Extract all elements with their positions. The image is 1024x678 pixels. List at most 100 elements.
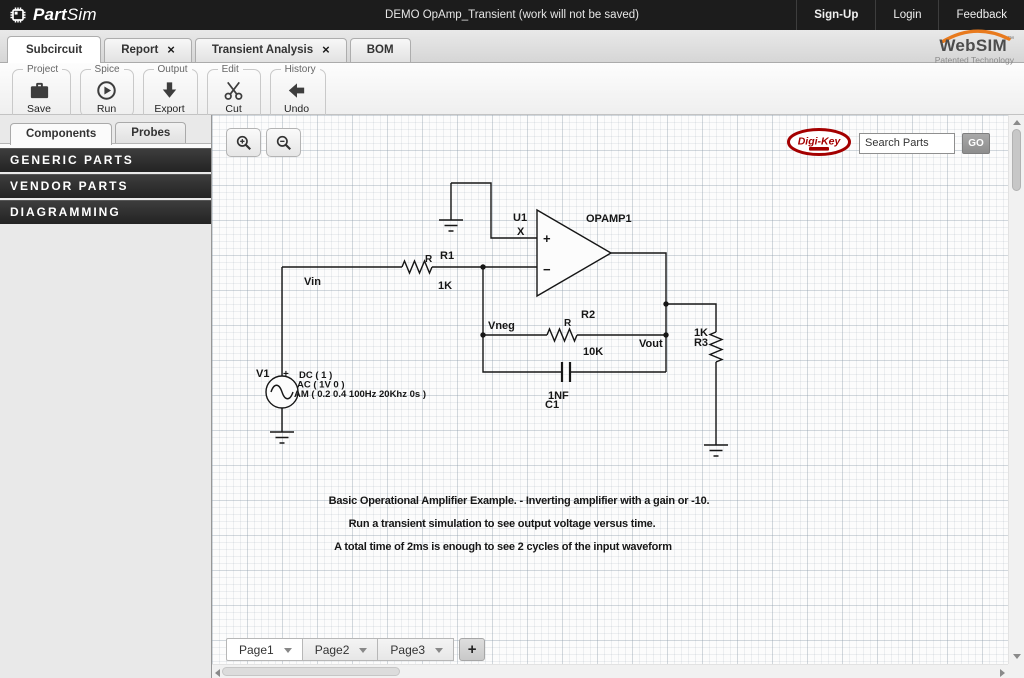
horizontal-scrollbar[interactable] xyxy=(212,664,1008,678)
sidebar: Components Probes GENERIC PARTS VENDOR P… xyxy=(0,115,212,678)
resistor-r3[interactable] xyxy=(708,331,724,363)
save-button[interactable]: Save xyxy=(18,75,60,115)
websim-logo: WebSIM™ Patented Technology xyxy=(934,29,1014,65)
chevron-down-icon[interactable] xyxy=(359,648,368,653)
run-button[interactable]: Run xyxy=(86,75,128,115)
ground-r3[interactable] xyxy=(704,444,728,457)
button-label: Cut xyxy=(225,103,242,115)
sidebar-section-diagramming[interactable]: DIAGRAMMING xyxy=(0,200,211,224)
v1-polarity-label: + xyxy=(283,369,289,380)
scroll-up-icon[interactable] xyxy=(1013,120,1021,125)
ground-v1[interactable] xyxy=(270,431,294,444)
export-button[interactable]: Export xyxy=(149,75,191,115)
capacitor-c1[interactable] xyxy=(560,362,572,382)
group-label: Output xyxy=(157,64,188,75)
login-link[interactable]: Login xyxy=(875,0,938,30)
group-label: Spice xyxy=(94,64,120,75)
resistor-r2[interactable] xyxy=(546,327,578,343)
page-tab-2[interactable]: Page2 xyxy=(302,638,379,661)
close-icon[interactable]: × xyxy=(167,43,175,56)
schematic-drawing: Vin R R1 1K U1 X OPAMP1 + − Vneg R R2 10… xyxy=(256,182,728,553)
main-area: Components Probes GENERIC PARTS VENDOR P… xyxy=(0,115,1024,678)
cut-scissors-icon xyxy=(222,79,245,102)
feedback-link[interactable]: Feedback xyxy=(938,0,1024,30)
r2-prefix-label: R xyxy=(564,318,572,329)
tab-report[interactable]: Report × xyxy=(104,38,192,62)
net-label-vneg[interactable]: Vneg xyxy=(488,320,515,332)
tab-label: BOM xyxy=(366,44,394,56)
topbar-links: Sign-Up Login Feedback xyxy=(796,0,1024,30)
zoom-in-button[interactable] xyxy=(226,128,261,157)
opamp-ref-label[interactable]: U1 xyxy=(513,212,527,224)
r3-ref-label[interactable]: R3 xyxy=(694,337,708,349)
group-label: Edit xyxy=(221,64,239,75)
scroll-down-icon[interactable] xyxy=(1013,654,1021,659)
horizontal-scroll-thumb[interactable] xyxy=(222,667,400,676)
zoom-controls xyxy=(226,128,301,157)
page-tab-3[interactable]: Page3 xyxy=(378,638,455,661)
opamp-plus-pin: + xyxy=(543,231,551,246)
undo-button[interactable]: Undo xyxy=(276,75,318,115)
sidebar-section-vendor-parts[interactable]: VENDOR PARTS xyxy=(0,174,211,198)
run-icon xyxy=(95,79,118,102)
vertical-scroll-thumb[interactable] xyxy=(1012,129,1021,191)
tab-label: Subcircuit xyxy=(26,44,83,56)
button-label: Export xyxy=(154,103,185,115)
c1-ref-label[interactable]: C1 xyxy=(545,399,559,411)
button-label: Run xyxy=(96,103,117,115)
websim-tagline: Patented Technology xyxy=(934,55,1014,65)
brand-sim: Sim xyxy=(66,5,97,24)
tab-bom[interactable]: BOM xyxy=(349,38,411,62)
v1-ref-label[interactable]: V1 xyxy=(256,368,269,380)
zoom-out-button[interactable] xyxy=(266,128,301,157)
zoom-in-icon xyxy=(234,133,254,153)
workspace: Digi-Key GO xyxy=(212,115,1024,678)
net-label-vout[interactable]: Vout xyxy=(639,338,663,350)
search-go-button[interactable]: GO xyxy=(962,132,990,154)
opamp-pin-label: X xyxy=(517,226,525,238)
annotation-line-3: A total time of 2ms is enough to see 2 c… xyxy=(334,541,672,553)
tab-probes[interactable]: Probes xyxy=(115,122,187,144)
button-label: Save xyxy=(27,103,51,115)
sidebar-section-generic-parts[interactable]: GENERIC PARTS xyxy=(0,148,211,172)
websim-name: WebSIM xyxy=(939,36,1007,55)
chevron-down-icon[interactable] xyxy=(283,648,292,653)
undo-arrow-icon xyxy=(285,79,308,102)
digikey-logo: Digi-Key xyxy=(787,128,851,156)
page-label: Page2 xyxy=(314,642,350,657)
ground-top[interactable] xyxy=(439,183,463,232)
tab-components[interactable]: Components xyxy=(10,123,113,145)
annotation-line-1: Basic Operational Amplifier Example. - I… xyxy=(329,495,710,507)
digikey-search-bar: Digi-Key GO xyxy=(786,127,990,159)
r2-value-label[interactable]: 10K xyxy=(583,346,603,358)
tab-subcircuit[interactable]: Subcircuit xyxy=(7,36,102,63)
opamp-part-label[interactable]: OPAMP1 xyxy=(586,213,632,225)
page-label: Page3 xyxy=(390,642,426,657)
wire-output[interactable] xyxy=(611,252,667,372)
chevron-down-icon[interactable] xyxy=(435,648,444,653)
v1-param-am[interactable]: AM ( 0.2 0.4 100Hz 20Khz 0s ) xyxy=(294,389,426,400)
close-icon[interactable]: × xyxy=(322,43,330,56)
partsim-logo[interactable]: PartSim xyxy=(0,5,97,25)
wire-r3[interactable] xyxy=(666,303,717,445)
r1-ref-label[interactable]: R1 xyxy=(440,250,454,262)
add-page-button[interactable]: + xyxy=(459,638,486,661)
annotation-line-2: Run a transient simulation to see output… xyxy=(349,518,656,530)
tab-transient-analysis[interactable]: Transient Analysis × xyxy=(194,38,347,62)
page-label: Page1 xyxy=(239,642,274,657)
tab-label: Transient Analysis xyxy=(211,44,314,56)
vertical-scrollbar[interactable] xyxy=(1008,115,1024,664)
toolbar: Project Save Save As New Open Spice xyxy=(0,63,1024,237)
net-label-vin[interactable]: Vin xyxy=(304,276,321,288)
cut-button[interactable]: Cut xyxy=(213,75,255,115)
signup-link[interactable]: Sign-Up xyxy=(796,0,875,30)
r1-value-label[interactable]: 1K xyxy=(438,280,452,292)
scroll-right-icon[interactable] xyxy=(1000,669,1005,677)
partsim-app: PartSim DEMO OpAmp_Transient (work will … xyxy=(0,0,1024,678)
schematic-canvas[interactable]: Digi-Key GO xyxy=(212,115,1008,664)
scroll-left-icon[interactable] xyxy=(215,669,220,677)
page-tab-1[interactable]: Page1 xyxy=(226,638,303,661)
search-parts-input[interactable] xyxy=(859,132,955,154)
group-label: History xyxy=(284,64,316,75)
r2-ref-label[interactable]: R2 xyxy=(581,309,595,321)
